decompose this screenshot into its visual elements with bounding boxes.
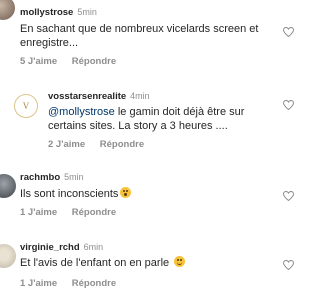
heart-icon[interactable] [283,260,294,270]
likes-count[interactable]: 1 J'aime [20,278,57,289]
comment-time: 5min [77,7,97,17]
reply-button[interactable]: Répondre [72,56,116,67]
svg-text:V: V [23,101,30,111]
comment-1: mollystrose 5min En sachant que de nombre… [0,0,300,72]
heart-icon[interactable] [283,191,294,201]
comment-username[interactable]: mollystrose 5min [20,7,97,18]
reply-button[interactable]: Répondre [100,139,144,150]
reply-button[interactable]: Répondre [72,278,116,289]
comment-text: Et l'avis de l'enfant on en parle [20,256,186,270]
likes-count[interactable]: 1 J'aime [20,207,57,218]
comment-username[interactable]: vosstarsenrealite 4min [48,91,150,102]
mention-link[interactable]: @mollystrose [48,106,115,118]
avatar-rachmbo[interactable] [0,174,16,198]
comment-text: En sachant que de nombreux vicelards scr… [20,23,259,49]
avatar-vosstarsenrealite[interactable]: V [14,94,38,118]
comment-time: 4min [130,91,150,101]
likes-count[interactable]: 2 J'aime [48,139,85,150]
avatar-virginie_rchd[interactable] [0,244,16,268]
comment-text: @mollystrose le gamin doit déjà être sur… [48,106,245,132]
comment-3: rachmbo 5min Ils sont inconscients 1 J'ai… [0,165,300,225]
comment-time: 6min [83,242,104,252]
comment-actions: 2 J'aime Répondre [48,139,144,150]
comment-actions: 1 J'aime Répondre [20,207,116,218]
comment-username[interactable]: virginie_rchd 6min [20,242,103,253]
heart-icon[interactable] [283,100,294,110]
astonished-face-emoji [120,187,132,198]
comment-actions: 1 J'aime Répondre [20,278,116,289]
avatar-mollystrose[interactable] [0,0,15,20]
comment-username[interactable]: rachmbo 5min [20,172,84,183]
comment-4: virginie_rchd 6min Et l'avis de l'enfant … [0,236,300,300]
relieved-face-emoji [174,256,186,267]
comment-2: V vosstarsenrealite 4min @mollystrose le … [0,85,300,155]
comment-actions: 5 J'aime Répondre [20,56,116,67]
heart-icon[interactable] [283,27,294,37]
reply-button[interactable]: Répondre [72,207,116,218]
likes-count[interactable]: 5 J'aime [20,56,57,67]
comment-time: 5min [64,172,84,182]
logo-icon: V [23,101,30,111]
comment-text: Ils sont inconscients [20,187,132,201]
